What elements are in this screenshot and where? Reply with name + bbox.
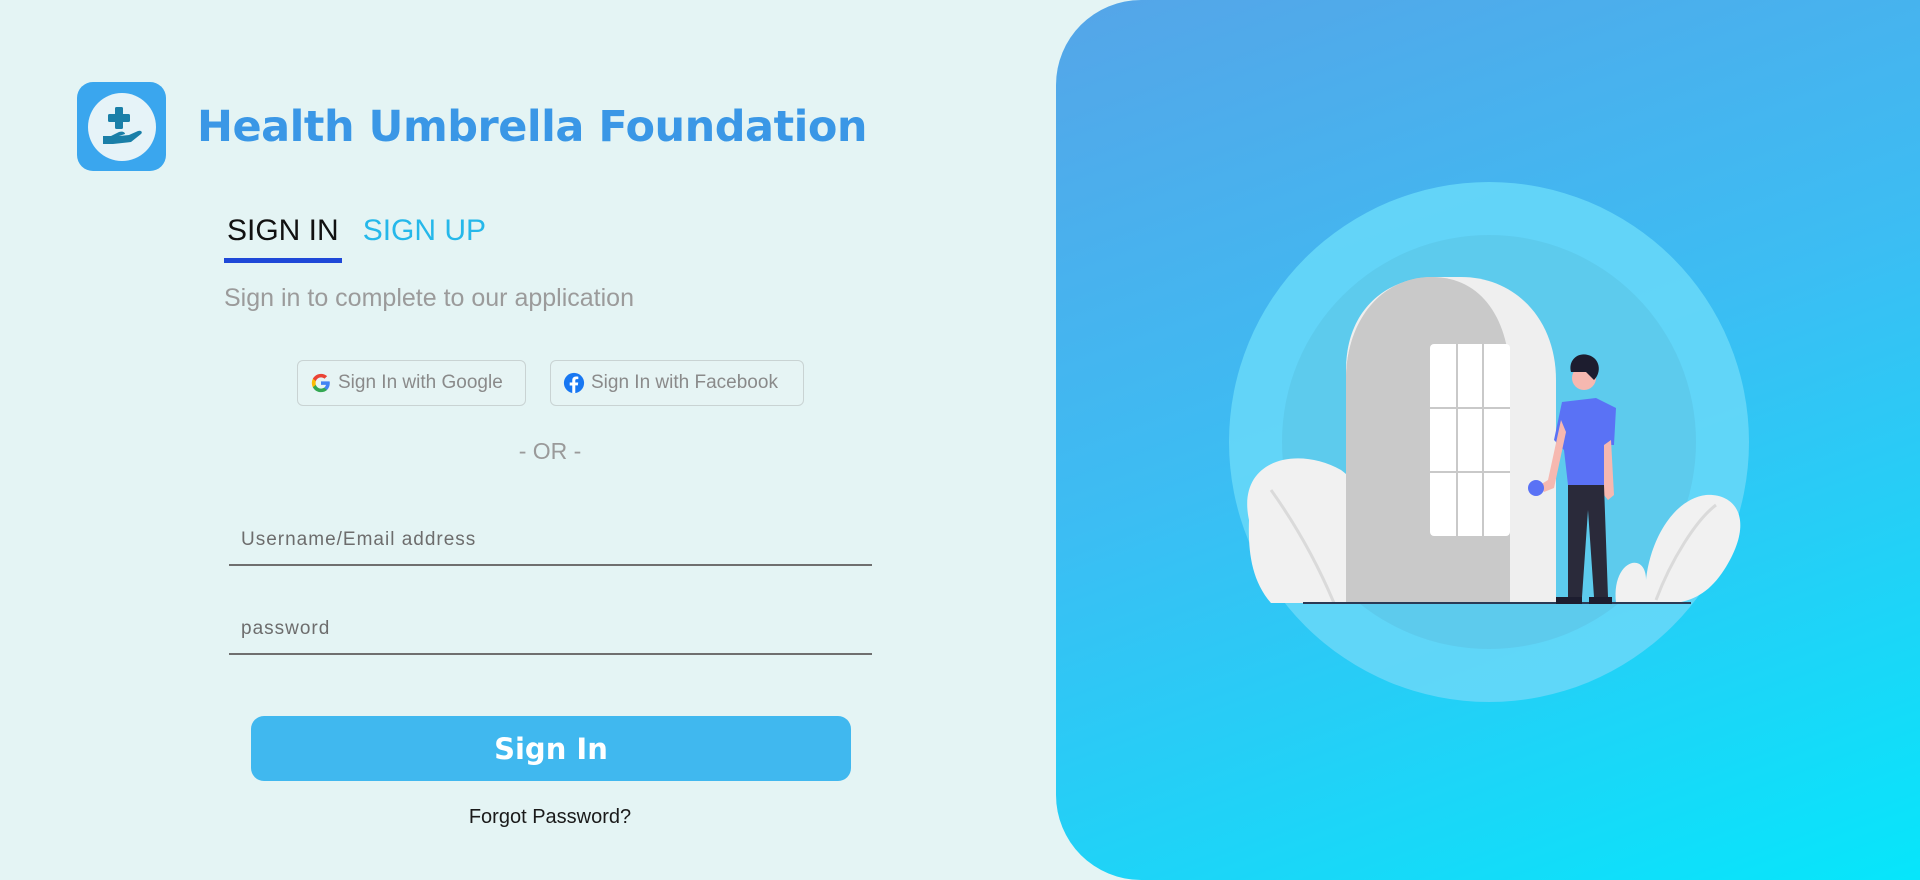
facebook-icon	[563, 372, 585, 394]
or-divider: - OR -	[518, 438, 582, 464]
login-page: Health Umbrella Foundation SIGN IN SIGN …	[0, 0, 1920, 880]
door-illustration	[1229, 182, 1749, 702]
facebook-sign-in-label: Sign In with Facebook	[591, 372, 778, 393]
forgot-password-row: Forgot Password?	[0, 806, 1100, 829]
brand-title: Health Umbrella Foundation	[197, 101, 868, 152]
sign-in-button[interactable]: Sign In	[251, 716, 851, 781]
illustration-panel	[1056, 0, 1920, 880]
google-sign-in-label: Sign In with Google	[338, 372, 503, 393]
google-sign-in-button[interactable]: Sign In with Google	[297, 360, 526, 406]
tab-sign-up[interactable]: SIGN UP	[360, 210, 489, 258]
facebook-sign-in-button[interactable]: Sign In with Facebook	[550, 360, 804, 406]
logo	[77, 82, 166, 171]
password-input[interactable]	[229, 605, 872, 655]
brand-header: Health Umbrella Foundation	[77, 82, 868, 171]
medical-hand-icon	[87, 92, 156, 161]
subtitle: Sign in to complete to our application	[224, 284, 634, 312]
tab-sign-in[interactable]: SIGN IN	[224, 210, 342, 263]
username-email-input[interactable]	[229, 516, 872, 566]
google-icon	[310, 372, 332, 394]
forgot-password-link[interactable]: Forgot Password?	[469, 806, 631, 828]
auth-tabs: SIGN IN SIGN UP	[224, 210, 489, 263]
